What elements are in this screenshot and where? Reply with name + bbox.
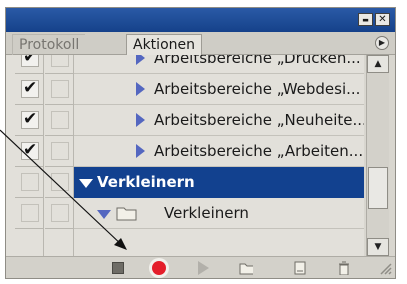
collapse-triangle-icon[interactable] (79, 179, 93, 188)
dialog-toggle-box[interactable] (51, 80, 69, 98)
new-action-icon[interactable] (292, 261, 306, 275)
actions-toolbar (6, 256, 395, 278)
toggle-checkbox[interactable] (21, 204, 39, 222)
arrow-up-icon: ▲ (374, 59, 382, 69)
list-item-selected[interactable]: Verkleinern (6, 167, 364, 198)
checkmark-icon: ✔ (23, 78, 38, 98)
list-item[interactable]: ✔ Arbeitsbereiche „Webdesi... (6, 74, 364, 105)
scroll-up-button[interactable]: ▲ (367, 55, 389, 73)
action-label: Arbeitsbereiche „Webdesi... (154, 80, 361, 98)
set-label: Verkleinern (164, 204, 249, 222)
tab-protokoll[interactable]: Protokoll (12, 34, 86, 55)
expand-triangle-icon[interactable] (136, 144, 145, 158)
empty-cell (15, 229, 44, 256)
dialog-toggle-box[interactable] (51, 55, 69, 67)
arrow-down-icon: ▼ (374, 242, 382, 252)
actions-list: ✔ Arbeitsbereiche „Drucken... ✔ Arbeitsb… (6, 55, 364, 256)
dialog-toggle-cell[interactable] (45, 167, 74, 198)
toggle-item-cell[interactable]: ✔ (15, 74, 44, 105)
new-set-icon[interactable] (239, 261, 253, 275)
action-label: Arbeitsbereiche „Neuheite... (154, 111, 364, 129)
play-icon[interactable] (198, 261, 209, 275)
checkmark-icon: ✔ (23, 140, 38, 160)
minimize-button[interactable]: ▬ (358, 13, 373, 26)
vertical-scrollbar[interactable]: ▲ ▼ (366, 55, 389, 256)
set-name-cell[interactable]: Verkleinern (74, 198, 364, 229)
dialog-toggle-box[interactable] (51, 173, 69, 191)
dialog-toggle-box[interactable] (51, 204, 69, 222)
dialog-toggle-box[interactable] (51, 142, 69, 160)
toggle-item-cell[interactable]: ✔ (15, 105, 44, 136)
action-name-cell[interactable]: Arbeitsbereiche „Neuheite... (74, 105, 364, 136)
action-name-cell[interactable]: Arbeitsbereiche „Webdesi... (74, 74, 364, 105)
dialog-toggle-cell[interactable] (45, 105, 74, 136)
toggle-checkbox[interactable]: ✔ (21, 78, 39, 98)
dialog-toggle-cell[interactable] (45, 136, 74, 167)
toggle-item-cell[interactable]: ✔ (15, 136, 44, 167)
toggle-checkbox[interactable]: ✔ (21, 55, 39, 67)
action-name-cell[interactable]: Arbeitsbereiche „Arbeiten... (74, 136, 364, 167)
action-label: Arbeitsbereiche „Drucken... (154, 55, 361, 67)
close-icon: ✕ (378, 14, 387, 25)
close-button[interactable]: ✕ (375, 13, 390, 26)
tab-aktionen[interactable]: Aktionen (126, 34, 202, 55)
empty-row (6, 229, 364, 256)
toggle-item-cell[interactable] (15, 167, 44, 198)
palette-title-bar[interactable]: ▬ ✕ (6, 8, 395, 32)
expand-triangle-icon[interactable] (136, 113, 145, 127)
list-item[interactable]: ✔ Arbeitsbereiche „Arbeiten... (6, 136, 364, 167)
flyout-menu-icon: ▶ (378, 38, 386, 47)
dialog-toggle-cell[interactable] (45, 74, 74, 105)
list-item[interactable]: Verkleinern (6, 198, 364, 229)
expand-triangle-icon[interactable] (136, 82, 145, 96)
scroll-down-button[interactable]: ▼ (367, 238, 389, 256)
action-label: Verkleinern (97, 173, 195, 191)
checkmark-icon: ✔ (23, 55, 38, 67)
scroll-thumb[interactable] (368, 167, 388, 209)
toggle-checkbox[interactable]: ✔ (21, 140, 39, 160)
toggle-item-cell[interactable] (15, 198, 44, 229)
folder-icon (116, 207, 137, 221)
minimize-icon: ▬ (362, 16, 369, 24)
toggle-checkbox[interactable] (21, 173, 39, 191)
expand-triangle-icon[interactable] (136, 55, 145, 65)
dialog-toggle-box[interactable] (51, 111, 69, 129)
toggle-checkbox[interactable]: ✔ (21, 109, 39, 129)
list-item[interactable]: ✔ Arbeitsbereiche „Neuheite... (6, 105, 364, 136)
dialog-toggle-cell[interactable] (45, 55, 74, 74)
selection-highlight[interactable]: Verkleinern (74, 167, 364, 198)
list-item[interactable]: ✔ Arbeitsbereiche „Drucken... (6, 55, 364, 74)
dialog-toggle-cell[interactable] (45, 198, 74, 229)
stop-icon[interactable] (112, 262, 124, 274)
action-label: Arbeitsbereiche „Arbeiten... (154, 142, 364, 160)
empty-cell (45, 229, 74, 256)
checkmark-icon: ✔ (23, 109, 38, 129)
collapse-triangle-icon[interactable] (97, 210, 111, 219)
actions-palette: ▬ ✕ Protokoll Aktionen ▶ ✔ Arbeitsbereic… (5, 7, 396, 279)
resize-grip-icon[interactable] (378, 261, 392, 275)
delete-icon[interactable] (337, 261, 351, 275)
flyout-menu-button[interactable]: ▶ (375, 36, 389, 50)
toggle-item-cell[interactable]: ✔ (15, 55, 44, 74)
record-icon[interactable] (152, 261, 166, 275)
action-name-cell[interactable]: Arbeitsbereiche „Drucken... (74, 55, 364, 74)
tab-bar: Protokoll Aktionen ▶ (6, 32, 395, 55)
